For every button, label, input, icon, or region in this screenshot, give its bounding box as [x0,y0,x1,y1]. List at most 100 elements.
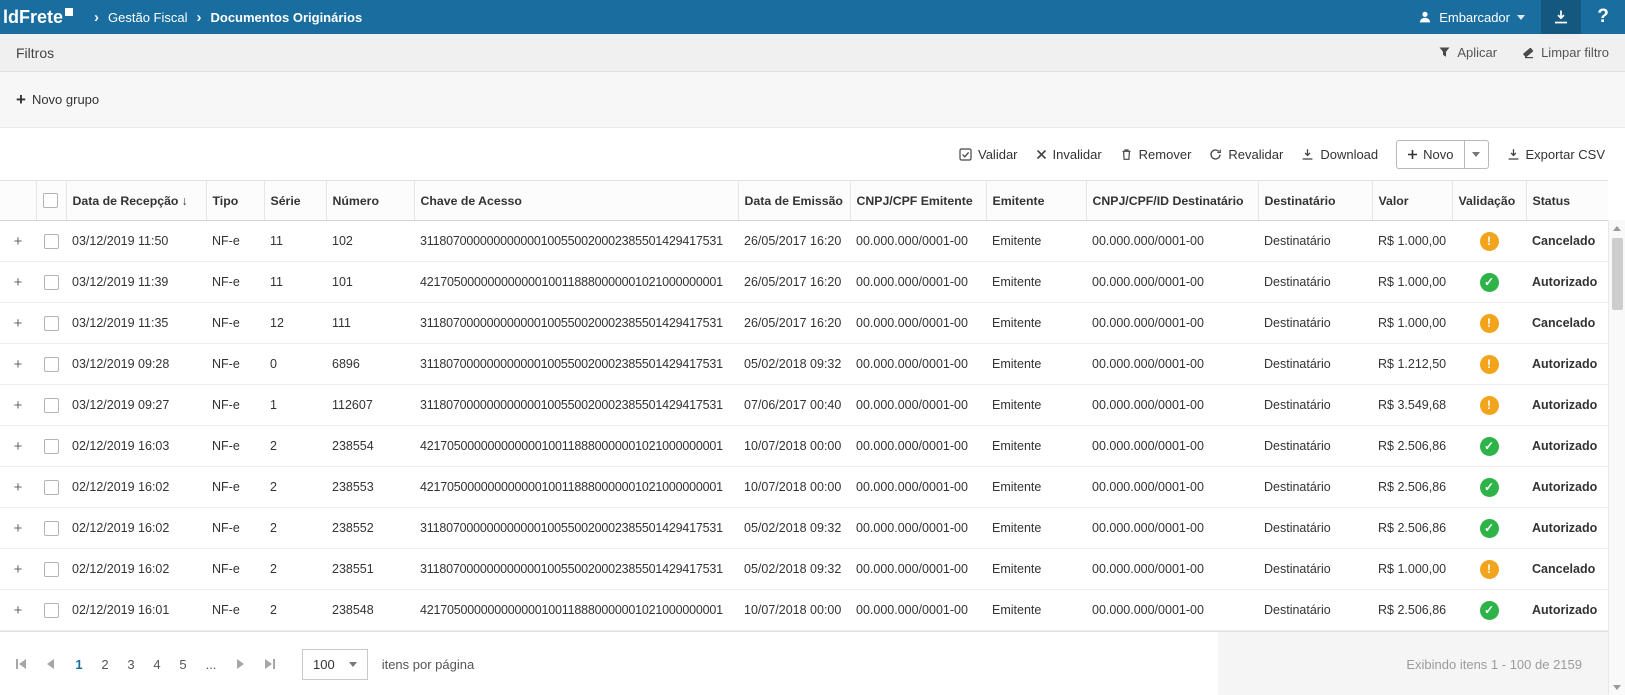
page-size-select[interactable]: 100 [302,649,368,680]
download-label: Download [1320,147,1378,162]
row-checkbox[interactable] [44,275,59,290]
row-checkbox[interactable] [44,234,59,249]
col-cnpj-destinatario[interactable]: CNPJ/CPF/ID Destinatário [1086,181,1258,221]
chevron-down-icon [1517,15,1525,20]
cell-valor: R$ 2.506,86 [1372,508,1452,549]
cell-data-recepcao: 03/12/2019 09:28 [66,344,206,385]
vertical-scrollbar[interactable] [1608,220,1625,695]
page-button-5[interactable]: 5 [170,650,196,678]
row-checkbox[interactable] [44,439,59,454]
app-logo[interactable]: ldFrete [3,7,73,28]
cell-data-recepcao: 02/12/2019 16:02 [66,467,206,508]
expand-row-button[interactable]: + [14,397,23,414]
cell-tipo: NF-e [206,508,264,549]
cell-cnpj-destinatario: 00.000.000/0001-00 [1086,426,1258,467]
col-status[interactable]: Status [1526,181,1608,221]
page-button-4[interactable]: 4 [144,650,170,678]
cell-tipo: NF-e [206,426,264,467]
prev-page-button[interactable] [36,650,64,678]
col-validacao[interactable]: Validação [1452,181,1526,221]
export-csv-button[interactable]: Exportar CSV [1507,147,1605,162]
table-row: + 03/12/2019 09:27 NF-e 1 112607 3118070… [0,385,1608,426]
export-csv-label: Exportar CSV [1526,147,1605,162]
download-icon [1301,148,1314,161]
cell-destinatario: Destinatário [1258,467,1372,508]
cell-cnpj-destinatario: 00.000.000/0001-00 [1086,508,1258,549]
row-checkbox[interactable] [44,357,59,372]
scroll-down-button[interactable] [1609,679,1625,695]
cell-serie: 2 [264,467,326,508]
cell-chave-de-acesso: 4217050000000000001001188800000010210000… [414,426,738,467]
scroll-up-button[interactable] [1609,220,1625,236]
first-page-button[interactable] [6,650,34,678]
row-checkbox[interactable] [44,562,59,577]
cell-emitente: Emitente [986,467,1086,508]
remove-button[interactable]: Remover [1120,147,1192,162]
new-button-dropdown[interactable] [1464,141,1488,168]
cell-valor: R$ 1.000,00 [1372,262,1452,303]
new-button[interactable]: Novo [1397,141,1463,168]
cell-valor: R$ 1.000,00 [1372,303,1452,344]
select-all-checkbox[interactable] [43,193,58,208]
next-page-button[interactable] [226,650,254,678]
cell-valor: R$ 1.000,00 [1372,221,1452,262]
user-menu[interactable]: Embarcador [1402,0,1541,34]
expand-row-button[interactable]: + [14,274,23,291]
col-chave-de-acesso[interactable]: Chave de Acesso [414,181,738,221]
cell-tipo: NF-e [206,467,264,508]
col-tipo[interactable]: Tipo [206,181,264,221]
expand-row-button[interactable]: + [14,479,23,496]
expand-row-button[interactable]: + [14,356,23,373]
validate-button[interactable]: Validar [959,147,1018,162]
expand-row-button[interactable]: + [14,315,23,332]
row-checkbox[interactable] [44,316,59,331]
row-checkbox[interactable] [44,398,59,413]
cell-tipo: NF-e [206,303,264,344]
invalidate-button[interactable]: Invalidar [1036,147,1102,162]
scrollbar-thumb[interactable] [1612,238,1623,310]
cell-destinatario: Destinatário [1258,303,1372,344]
page-button-1[interactable]: 1 [66,650,92,678]
row-checkbox[interactable] [44,480,59,495]
breadcrumb-gestao-fiscal[interactable]: Gestão Fiscal [108,10,187,25]
col-serie[interactable]: Série [264,181,326,221]
download-button[interactable]: Download [1301,147,1378,162]
col-data-emissao[interactable]: Data de Emissão [738,181,850,221]
invalidate-label: Invalidar [1053,147,1102,162]
col-emitente[interactable]: Emitente [986,181,1086,221]
last-page-icon [273,659,275,669]
col-numero[interactable]: Número [326,181,414,221]
download-icon [1507,148,1520,161]
last-page-button[interactable] [256,650,284,678]
cell-serie: 2 [264,549,326,590]
revalidate-button[interactable]: Revalidar [1209,147,1283,162]
col-data-recepcao[interactable]: Data de Recepção↓ [66,181,206,221]
col-valor[interactable]: Valor [1372,181,1452,221]
clear-filter-button[interactable]: Limpar filtro [1521,45,1609,60]
scroll-down-icon [1613,685,1621,690]
col-cnpj-emitente[interactable]: CNPJ/CPF Emitente [850,181,986,221]
cell-chave-de-acesso: 4217050000000000001001188800000010210000… [414,590,738,631]
new-group-button[interactable]: + Novo grupo [16,91,99,108]
row-checkbox[interactable] [44,521,59,536]
apply-filter-button[interactable]: Aplicar [1438,45,1497,60]
help-button[interactable]: ? [1581,0,1625,34]
expand-row-button[interactable]: + [14,602,23,619]
breadcrumb-documentos-originarios[interactable]: Documentos Originários [211,10,363,25]
col-select [36,181,66,221]
row-checkbox[interactable] [44,603,59,618]
cell-status: Cancelado [1526,303,1608,344]
cell-emitente: Emitente [986,549,1086,590]
expand-row-button[interactable]: + [14,561,23,578]
page-button-2[interactable]: 2 [92,650,118,678]
new-group-label: Novo grupo [32,92,99,107]
header-download-button[interactable] [1541,0,1581,34]
page-ellipsis-button[interactable]: ... [198,650,224,678]
expand-row-button[interactable]: + [14,438,23,455]
page-button-3[interactable]: 3 [118,650,144,678]
expand-row-button[interactable]: + [14,520,23,537]
expand-row-button[interactable]: + [14,233,23,250]
col-destinatario[interactable]: Destinatário [1258,181,1372,221]
check-square-icon [959,148,972,161]
validation-status-icon: ✓ [1480,601,1499,620]
